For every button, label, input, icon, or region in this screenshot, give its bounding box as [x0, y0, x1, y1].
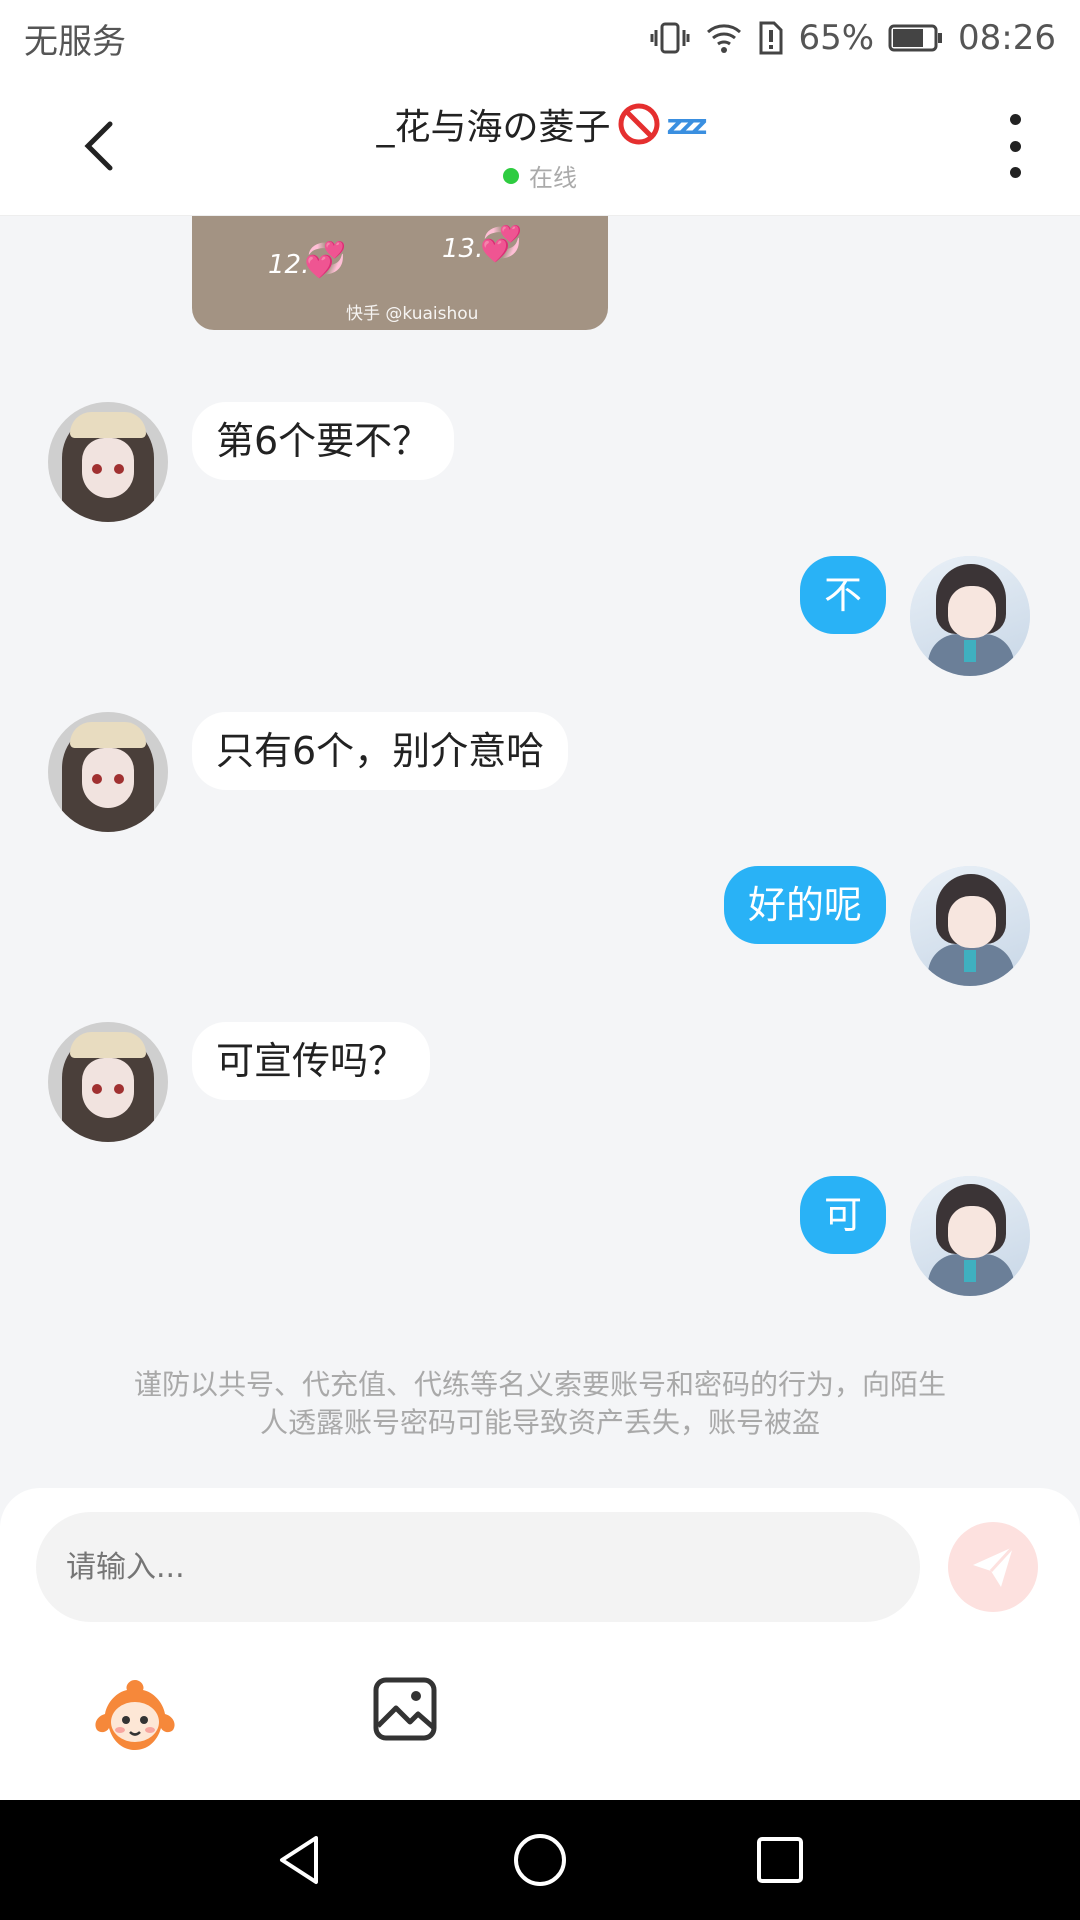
contact-title[interactable]: _花与海の菱子 zzz — [376, 98, 708, 150]
avatar-tie — [964, 640, 976, 662]
avatar-tie — [964, 1260, 976, 1282]
sleep-icon: zzz — [666, 107, 708, 141]
message-bubble[interactable]: 可宣传吗？ — [192, 1022, 431, 1100]
vibrate-icon — [650, 20, 690, 56]
avatar-face — [82, 438, 134, 498]
message-bubble[interactable]: 不 — [799, 556, 886, 634]
more-dot — [1009, 140, 1021, 152]
image-picker-button[interactable] — [372, 1676, 438, 1742]
contact-avatar[interactable] — [48, 402, 168, 522]
avatar-hat — [70, 412, 146, 438]
online-dot-icon — [503, 167, 519, 184]
avatar-eye — [114, 774, 124, 784]
image-message[interactable]: 12. 💞 13. 💞 快手 @kuaishou — [192, 216, 608, 330]
nav-home-button[interactable] — [510, 1830, 570, 1890]
image-icon — [373, 1677, 437, 1741]
send-icon — [973, 1545, 1015, 1587]
title-area: _花与海の菱子 zzz 在线 — [0, 98, 1080, 193]
clock: 08:26 — [958, 18, 1056, 58]
online-status: 在线 — [503, 158, 577, 193]
contact-avatar[interactable] — [48, 712, 168, 832]
nav-back-button[interactable] — [270, 1830, 330, 1890]
message-bubble[interactable]: 第6个要不？ — [192, 402, 455, 480]
avatar-hat — [70, 722, 146, 748]
avatar-face — [948, 896, 996, 948]
warning-line-1: 谨防以共号、代充值、代练等名义索要账号和密码的行为，向陌生 — [133, 1368, 946, 1401]
status-icons: 65% 08:26 — [650, 18, 1056, 58]
message-list[interactable]: 12. 💞 13. 💞 快手 @kuaishou 第6个要不？ 不 只有6个，别… — [0, 216, 1080, 1488]
my-avatar[interactable] — [910, 556, 1030, 676]
message-input[interactable] — [36, 1512, 920, 1622]
avatar-eye — [114, 464, 124, 474]
avatar-eye — [92, 1084, 102, 1094]
message-bubble[interactable]: 只有6个，别介意哈 — [192, 712, 569, 790]
system-nav-bar — [0, 1800, 1080, 1920]
contact-name: _花与海の菱子 — [376, 107, 611, 148]
nav-recents-button[interactable] — [750, 1830, 810, 1890]
image-label-13: 13. — [442, 234, 484, 264]
more-options-button[interactable] — [1000, 114, 1030, 178]
circle-home-icon — [514, 1834, 566, 1886]
heart-icon: 💞 — [480, 224, 523, 264]
my-avatar[interactable] — [910, 866, 1030, 986]
triangle-back-icon — [280, 1836, 318, 1884]
emoji-mascot-icon — [95, 1680, 175, 1750]
avatar-face — [82, 1058, 134, 1118]
battery-percent: 65% — [798, 18, 875, 58]
avatar-eye — [92, 774, 102, 784]
message-bubble[interactable]: 好的呢 — [723, 866, 886, 944]
avatar-eye — [92, 464, 102, 474]
battery-icon — [888, 23, 944, 53]
warning-line-2: 人透露账号密码可能导致资产丢失，账号被盗 — [259, 1406, 820, 1439]
avatar-face — [948, 1206, 996, 1258]
input-panel — [0, 1488, 1080, 1800]
more-vertical-icon — [1009, 114, 1021, 125]
heart-icon: 💞 — [304, 240, 347, 280]
avatar-face — [948, 586, 996, 638]
contact-avatar[interactable] — [48, 1022, 168, 1142]
status-bar: 无服务 65% 08:26 — [0, 0, 1080, 76]
sim-alert-icon — [758, 20, 784, 56]
chat-header: _花与海の菱子 zzz 在线 — [0, 76, 1080, 216]
square-recents-icon — [757, 1837, 803, 1883]
carrier-label: 无服务 — [24, 21, 126, 62]
avatar-hat — [70, 1032, 146, 1058]
image-watermark: 快手 @kuaishou — [346, 304, 479, 324]
emoji-button[interactable] — [92, 1676, 178, 1756]
online-label: 在线 — [529, 164, 577, 192]
wifi-icon — [704, 20, 744, 56]
more-dot — [1009, 167, 1021, 178]
avatar-tie — [964, 950, 976, 972]
no-entry-icon — [618, 103, 660, 145]
avatar-eye — [114, 1084, 124, 1094]
security-warning: 谨防以共号、代充值、代练等名义索要账号和密码的行为，向陌生 人透露账号密码可能导… — [80, 1366, 1000, 1442]
my-avatar[interactable] — [910, 1176, 1030, 1296]
send-button[interactable] — [948, 1522, 1038, 1612]
avatar-face — [82, 748, 134, 808]
message-bubble[interactable]: 可 — [799, 1176, 886, 1254]
